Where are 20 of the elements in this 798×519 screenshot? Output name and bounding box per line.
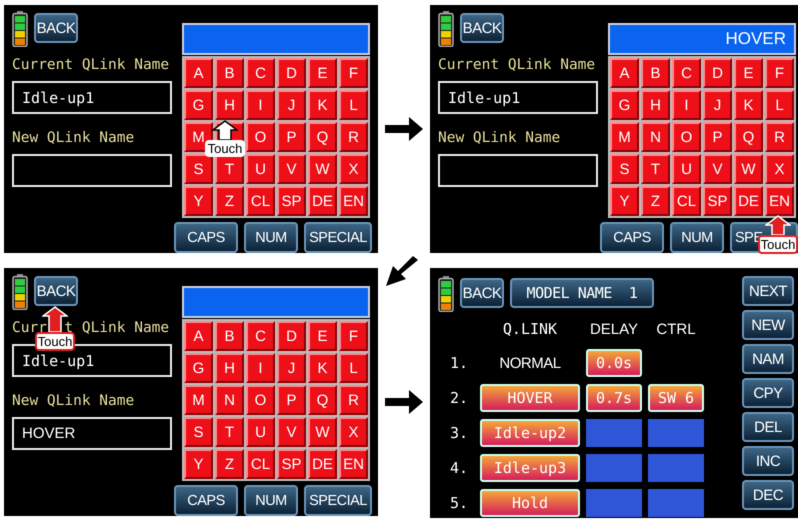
name-field: Idle-up1 (438, 81, 598, 114)
row-number: 5. (448, 494, 469, 512)
field-label: New QLink Name (12, 130, 136, 146)
column-header: DELAY (588, 320, 640, 340)
field-label: New QLink Name (438, 130, 562, 146)
name-field: Idle-up1 (12, 81, 172, 114)
text-display: HOVER (608, 23, 796, 55)
field-label: Current QLink Name (12, 57, 170, 73)
column-header: Q.LINK (502, 320, 558, 340)
row-number: 3. (448, 424, 469, 442)
field-label: New QLink Name (12, 393, 136, 409)
column-header: CTRL (655, 320, 697, 340)
touch-tooltip: Touch (758, 235, 798, 254)
row-number: 2. (448, 389, 469, 407)
row-number: 4. (448, 459, 469, 477)
touch-tooltip: Touch (35, 332, 75, 351)
qlink-name: NORMAL (498, 354, 562, 374)
touch-tooltip: Touch (205, 140, 245, 157)
field-label: Current QLink Name (438, 57, 596, 73)
row-number: 1. (448, 354, 469, 372)
